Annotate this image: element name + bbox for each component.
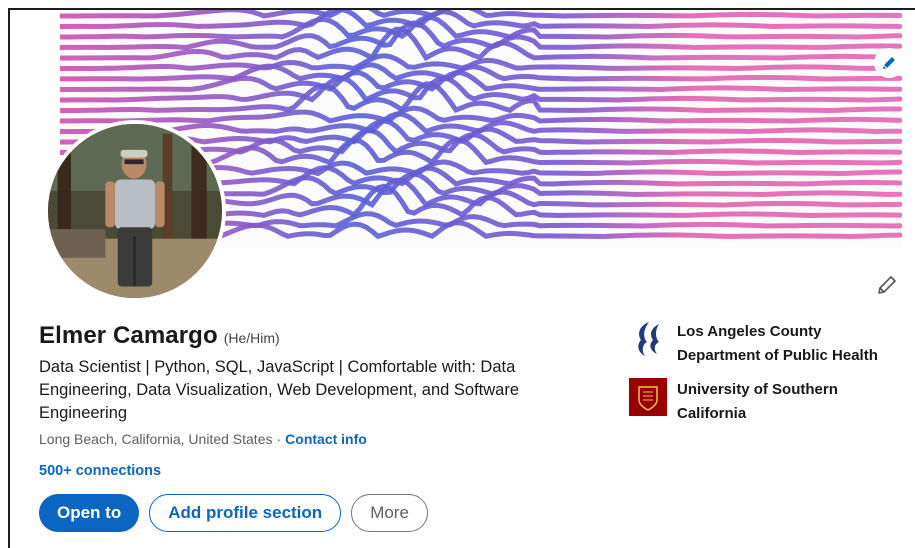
profile-location: Long Beach, California, United States (39, 431, 273, 447)
profile-photo[interactable] (44, 120, 226, 302)
org-name: University of Southern California (677, 381, 838, 422)
profile-name: Elmer Camargo (39, 322, 218, 349)
organizations-list: Los Angeles County Department of Public … (629, 320, 909, 436)
connections-link[interactable]: 500+ connections (39, 463, 161, 479)
separator-dot: · (276, 431, 282, 447)
more-button[interactable]: More (351, 494, 428, 532)
pencil-icon (878, 276, 896, 294)
open-to-button[interactable]: Open to (39, 494, 140, 532)
profile-headline: Data Scientist | Python, SQL, JavaScript… (39, 358, 520, 422)
edit-intro-button[interactable] (872, 270, 902, 300)
usc-seal-logo (629, 378, 667, 416)
pencil-icon (883, 57, 895, 69)
edit-banner-button[interactable] (874, 48, 904, 78)
la-county-public-health-logo (629, 320, 667, 358)
org-item-la-county[interactable]: Los Angeles County Department of Public … (629, 320, 909, 368)
name-row: Elmer Camargo (He/Him) (39, 322, 280, 350)
profile-photo-image (48, 124, 222, 298)
profile-card: Elmer Camargo (He/Him) Data Scientist | … (8, 8, 915, 548)
profile-pronouns: (He/Him) (223, 330, 280, 346)
contact-info-link[interactable]: Contact info (285, 431, 367, 447)
org-name: Los Angeles County Department of Public … (677, 323, 878, 364)
profile-actions: Open to Add profile section More (39, 494, 428, 532)
add-profile-section-button[interactable]: Add profile section (149, 494, 342, 532)
location-row: Long Beach, California, United States · … (39, 431, 367, 447)
org-item-usc[interactable]: University of Southern California (629, 378, 909, 426)
banner-wave-line (60, 10, 902, 19)
